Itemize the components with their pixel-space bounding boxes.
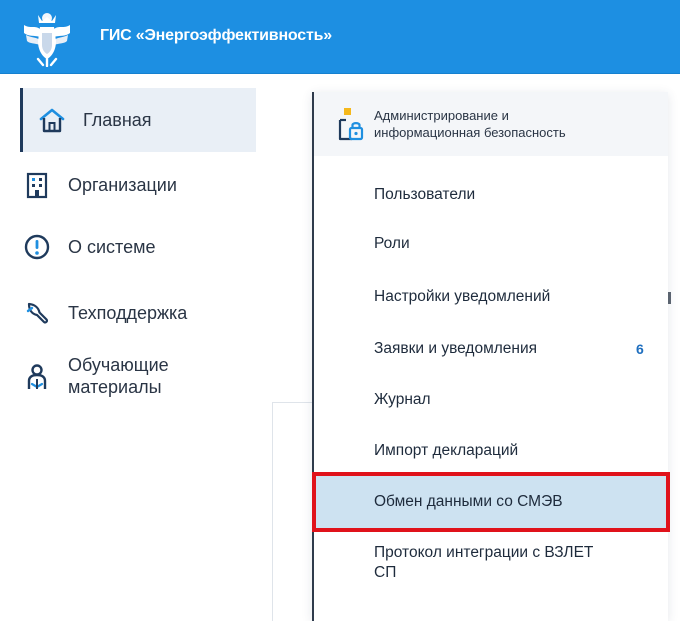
- dropdown-section-title: Администрирование и информационная безоп…: [374, 108, 566, 140]
- sidebar-item-organizations[interactable]: Организации: [22, 170, 258, 200]
- sidebar-item-support[interactable]: Техподдержка: [22, 298, 258, 328]
- sidebar-item-label: Организации: [68, 175, 177, 195]
- sidebar-item-label: Техподдержка: [68, 303, 188, 323]
- menu-item-roles[interactable]: Роли: [374, 234, 410, 254]
- sidebar: Главная Организации О системе Техподдерж…: [0, 74, 272, 621]
- sidebar-item-home[interactable]: Главная: [20, 88, 256, 152]
- admin-security-icon: [338, 108, 364, 141]
- sidebar-item-about[interactable]: О системе: [22, 232, 258, 262]
- sidebar-item-label: О системе: [68, 237, 156, 257]
- menu-item-import-declarations[interactable]: Импорт деклараций: [374, 441, 518, 461]
- menu-item-smev-exchange[interactable]: Обмен данными со СМЭВ: [374, 492, 563, 512]
- divider: [272, 402, 312, 403]
- info-icon: [22, 232, 52, 262]
- app-header: ГИС «Энергоэффективность»: [0, 0, 680, 74]
- sidebar-item-learning[interactable]: Обучающие материалы: [22, 354, 258, 402]
- sidebar-item-label: Обучающие материалы: [68, 355, 169, 397]
- education-icon: [22, 362, 52, 392]
- scroll-edge-marker: [668, 292, 671, 304]
- app-title[interactable]: ГИС «Энергоэффективность»: [100, 27, 332, 45]
- menu-item-journal[interactable]: Журнал: [374, 390, 431, 410]
- menu-item-requests-notifications[interactable]: Заявки и уведомления: [374, 339, 537, 359]
- building-icon: [22, 170, 52, 200]
- notification-count-badge: 6: [636, 341, 644, 357]
- menu-item-vzlet-integration-protocol[interactable]: Протокол интеграции с ВЗЛЕТ СП: [374, 543, 593, 583]
- admin-dropdown-menu: Администрирование и информационная безоп…: [312, 92, 671, 621]
- home-icon: [37, 105, 67, 135]
- menu-item-notification-settings[interactable]: Настройки уведомлений: [374, 287, 550, 307]
- sidebar-item-label: Главная: [83, 110, 152, 130]
- support-icon: [22, 298, 52, 328]
- menu-item-users[interactable]: Пользователи: [374, 185, 475, 205]
- coat-of-arms-icon[interactable]: [18, 7, 76, 67]
- dropdown-section-header[interactable]: Администрирование и информационная безоп…: [314, 92, 668, 156]
- divider: [272, 402, 273, 621]
